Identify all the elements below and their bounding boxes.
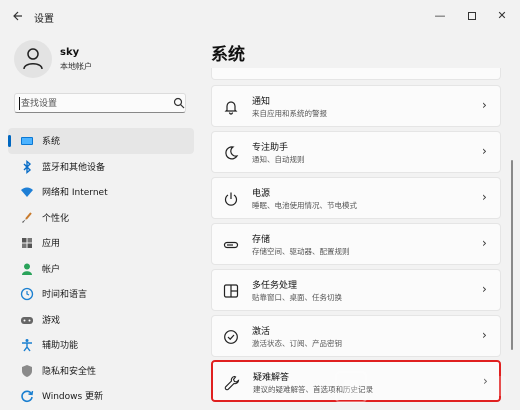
card-subtitle: 激活状态、订阅、产品密钥	[252, 339, 342, 348]
account-type: 本地帐户	[60, 62, 92, 71]
back-arrow-icon[interactable]	[10, 10, 24, 24]
apps-icon	[20, 236, 34, 250]
sidebar-item-label: 系统	[42, 137, 61, 147]
sidebar-item-network[interactable]: 网络和 Internet	[8, 179, 194, 205]
wifi-icon	[20, 185, 34, 199]
sidebar-item-privacy[interactable]: 隐私和安全性	[8, 358, 194, 384]
search-box[interactable]	[14, 93, 186, 113]
card-subtitle: 存储空间、驱动器、配置规则	[252, 247, 350, 256]
text-cursor	[19, 97, 20, 110]
drive-icon	[223, 241, 239, 249]
setting-card-storage[interactable]: 存储 存储空间、驱动器、配置规则 ›	[211, 223, 501, 265]
card-subtitle: 通知、自动规则	[252, 155, 305, 164]
wrench-icon	[224, 375, 240, 391]
brush-icon	[20, 211, 34, 225]
card-subtitle: 睡眠、电池使用情况、节电模式	[252, 201, 357, 210]
power-icon	[224, 192, 238, 206]
card-title: 疑难解答	[253, 373, 290, 383]
bluetooth-icon	[20, 159, 34, 174]
page-title: 系统	[211, 45, 245, 65]
sidebar-item-label: Windows 更新	[42, 392, 104, 402]
person-icon	[23, 48, 43, 70]
card-title: 通知	[252, 97, 271, 107]
chevron-right-icon: ›	[482, 282, 487, 296]
sidebar-item-apps[interactable]: 应用	[8, 230, 194, 256]
title-bar: 设置 — ✕	[0, 0, 520, 34]
settings-list: 通知 来自应用和系统的警报 › 专注助手 通知、自动规则 › 电源 睡眠、电池使…	[211, 68, 501, 410]
chevron-right-icon: ›	[483, 374, 488, 388]
update-icon	[20, 389, 34, 403]
sidebar-item-time-language[interactable]: 时间和语言	[8, 281, 194, 307]
card-subtitle: 来自应用和系统的警报	[252, 109, 327, 118]
avatar[interactable]	[14, 40, 52, 78]
sidebar-item-label: 游戏	[42, 315, 61, 326]
setting-card-troubleshoot[interactable]: 疑难解答 建议的疑难解答、首选项和历史记录 ›	[211, 360, 501, 402]
accessibility-icon	[20, 338, 34, 352]
maximize-icon	[468, 12, 476, 20]
close-button[interactable]: ✕	[490, 6, 514, 26]
settings-window: 设置 — ✕ sky 本地帐户 系统 蓝牙和	[0, 0, 520, 410]
sidebar-item-accounts[interactable]: 帐户	[8, 256, 194, 282]
sidebar-item-label: 个性化	[42, 213, 70, 224]
globe-clock-icon	[20, 287, 34, 301]
gamepad-icon	[20, 313, 34, 327]
card-title: 多任务处理	[252, 281, 298, 291]
card-title: 存储	[252, 235, 271, 245]
chevron-right-icon: ›	[482, 328, 487, 342]
scrollbar[interactable]	[511, 160, 513, 350]
app-title: 设置	[34, 14, 54, 25]
sidebar-item-bluetooth[interactable]: 蓝牙和其他设备	[8, 154, 194, 180]
maximize-button[interactable]	[460, 6, 484, 26]
sidebar-item-label: 隐私和安全性	[42, 366, 97, 377]
sidebar-item-gaming[interactable]: 游戏	[8, 307, 194, 333]
sidebar-item-label: 时间和语言	[42, 290, 88, 300]
card-subtitle: 贴靠窗口、桌面、任务切换	[252, 293, 342, 302]
account-icon	[20, 262, 34, 276]
check-circle-icon	[224, 330, 238, 344]
sidebar-item-label: 辅助功能	[42, 341, 79, 351]
sidebar-item-label: 应用	[42, 239, 61, 249]
sidebar-item-accessibility[interactable]: 辅助功能	[8, 332, 194, 358]
chevron-right-icon: ›	[482, 98, 487, 112]
setting-card-focus-assist[interactable]: 专注助手 通知、自动规则 ›	[211, 131, 501, 173]
sidebar-item-label: 网络和 Internet	[42, 188, 108, 198]
moon-icon	[225, 146, 239, 160]
multitask-icon	[223, 284, 239, 298]
sidebar-item-windows-update[interactable]: Windows 更新	[8, 383, 194, 409]
sidebar-item-label: 蓝牙和其他设备	[42, 162, 106, 173]
setting-card-power[interactable]: 电源 睡眠、电池使用情况、节电模式 ›	[211, 177, 501, 219]
chevron-right-icon: ›	[482, 190, 487, 204]
card-subtitle: 建议的疑难解答、首选项和历史记录	[253, 385, 373, 394]
setting-card-multitasking[interactable]: 多任务处理 贴靠窗口、桌面、任务切换 ›	[211, 269, 501, 311]
card-title: 激活	[252, 327, 271, 337]
search-input[interactable]	[21, 96, 161, 111]
shield-icon	[20, 364, 34, 378]
minimize-button[interactable]: —	[428, 6, 452, 26]
setting-card-activation[interactable]: 激活 激活状态、订阅、产品密钥 ›	[211, 315, 501, 357]
chevron-right-icon: ›	[482, 144, 487, 158]
sidebar-item-personalization[interactable]: 个性化	[8, 205, 194, 231]
sidebar-item-system[interactable]: 系统	[8, 128, 194, 154]
search-icon[interactable]	[173, 97, 185, 109]
system-monitor-icon	[20, 134, 34, 148]
card-title: 专注助手	[252, 143, 289, 153]
sidebar-item-label: 帐户	[42, 264, 61, 275]
card-title: 电源	[252, 189, 271, 199]
chevron-right-icon: ›	[482, 236, 487, 250]
user-name: sky	[60, 47, 80, 58]
bell-icon	[224, 101, 238, 115]
sidebar-nav: 系统 蓝牙和其他设备 网络和 Internet 个性化 应用 帐户 时间和语言 …	[8, 128, 194, 409]
partial-card[interactable]	[211, 68, 501, 80]
setting-card-notifications[interactable]: 通知 来自应用和系统的警报 ›	[211, 85, 501, 127]
